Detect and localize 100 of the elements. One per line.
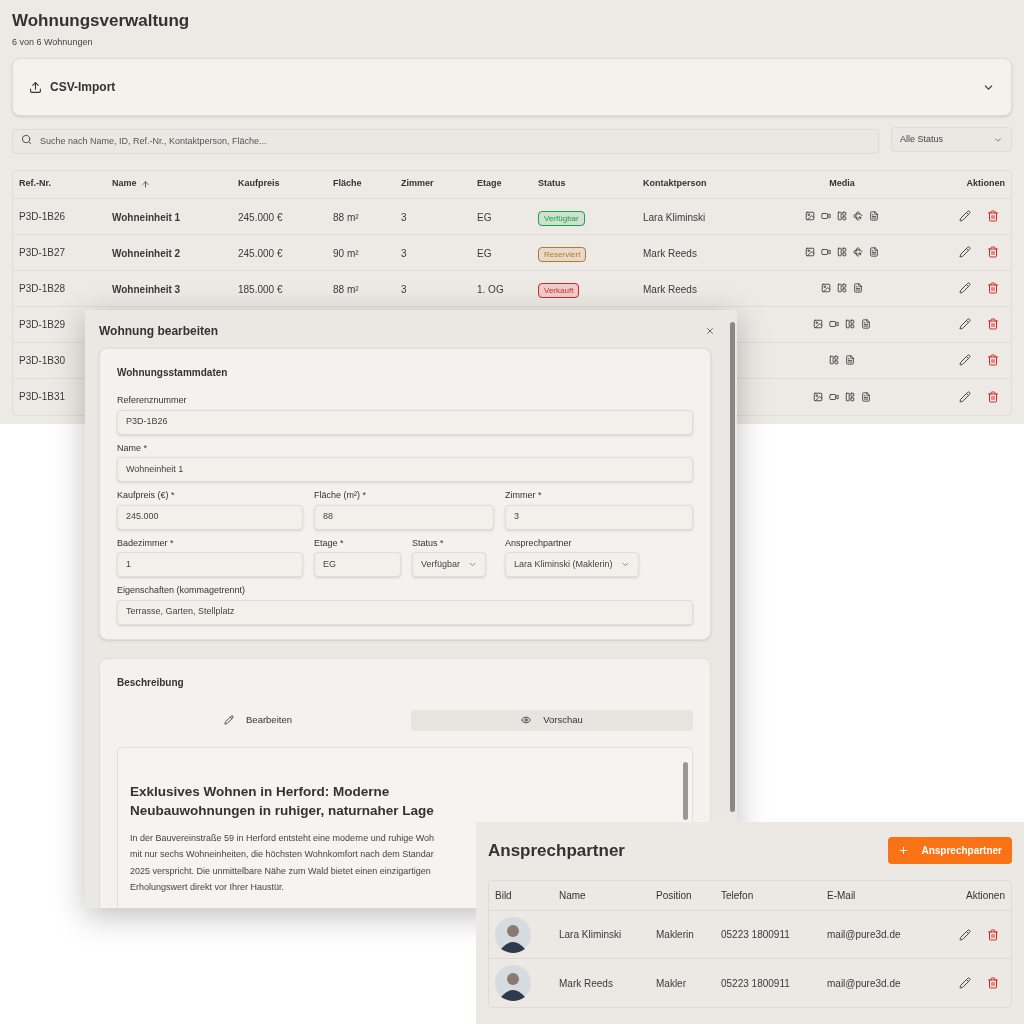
preview-text-line: In der Bauvereinstraße 59 in Herford entsteht eine moderne und ruhige Woh — [130, 831, 434, 845]
table-cell-text: mail@pure3d.de — [827, 928, 902, 942]
table-cell: Wohneinheit 1 — [112, 212, 181, 223]
delete-icon[interactable] — [987, 318, 999, 330]
input-field[interactable]: EG — [314, 552, 401, 577]
input-field[interactable]: 3 — [505, 504, 693, 530]
table-cell: 1. OG — [477, 284, 504, 295]
table-cell: 3 — [401, 248, 407, 259]
column-header: Aktionen — [965, 889, 1006, 903]
table-cell: 88 m² — [333, 212, 359, 223]
search-field[interactable]: Suche nach Name, ID, Ref.-Nr., Kontaktperson, Fläche... — [12, 128, 879, 154]
section-title: Beschreibung — [117, 675, 185, 690]
table-cell-text: Lara Kliminski — [559, 928, 623, 942]
column-header: Name — [559, 889, 587, 903]
column-header[interactable]: Zimmer — [401, 177, 434, 191]
delete-icon[interactable] — [987, 246, 999, 258]
table-cell-text: 05223 1800911 — [721, 976, 791, 991]
status-badge: Verkauft — [538, 283, 580, 298]
edit-icon[interactable] — [959, 354, 971, 366]
table-cell: Mark Reeds — [643, 284, 697, 295]
status-filter-dropdown[interactable]: Alle Status — [891, 127, 1012, 152]
edit-icon[interactable] — [959, 390, 971, 403]
table-cell-text: P3D-1B27 — [19, 245, 67, 260]
table-cell: 245.000 € — [238, 212, 283, 223]
input-field[interactable]: 88 — [314, 504, 494, 530]
field-label: Name * — [117, 441, 148, 455]
edit-icon[interactable] — [959, 977, 971, 989]
page-title: Wohnungsverwaltung — [12, 10, 191, 32]
dialog-title: Wohnung bearbeiten — [99, 323, 219, 340]
table-cell-text: P3D-1B26 — [19, 209, 67, 224]
table-cell-text: Makler — [656, 976, 687, 991]
edit-icon[interactable] — [959, 210, 971, 222]
input-field[interactable]: 1 — [117, 552, 303, 577]
csv-import-panel[interactable]: CSV-Import — [12, 58, 1012, 116]
column-header[interactable]: Kontaktperson — [643, 177, 707, 191]
table-cell: 185.000 € — [238, 284, 283, 295]
field-label: Kaufpreis (€) * — [117, 489, 176, 502]
table-cell: 90 m² — [333, 248, 359, 259]
column-header: Bild — [495, 889, 513, 903]
section-title: Wohnungsstammdaten — [117, 366, 229, 380]
column-header[interactable]: Name — [112, 177, 137, 191]
input-field[interactable]: P3D-1B26 — [117, 409, 693, 435]
column-header[interactable]: Fläche — [333, 177, 362, 191]
table-cell-text: Mark Reeds — [559, 976, 614, 991]
column-header[interactable]: Ref.-Nr. — [19, 177, 51, 191]
close-icon[interactable] — [705, 326, 715, 336]
preview-text-line: Erholungswert direkt vor Ihrer Haustür. — [130, 881, 285, 894]
table-cell: Wohneinheit 3 — [112, 284, 181, 295]
edit-icon[interactable] — [959, 318, 971, 330]
column-header: Telefon — [721, 889, 755, 903]
field-label: Fläche (m²) * — [314, 489, 367, 502]
table-cell-text: P3D-1B31 — [19, 390, 67, 404]
select-field[interactable]: Verfügbar — [412, 552, 487, 577]
plus-icon — [898, 845, 910, 856]
edit-icon[interactable] — [959, 282, 971, 294]
chevron-down-icon — [620, 560, 630, 569]
input-field[interactable]: 245.000 — [117, 504, 303, 530]
field-label: Referenznummer — [117, 394, 188, 407]
table-cell-text: 05223 1800911 — [721, 928, 791, 942]
field-label: Badezimmer * — [117, 536, 175, 550]
scrollbar[interactable] — [730, 322, 735, 812]
table-cell: Wohneinheit 2 — [112, 248, 181, 259]
edit-icon[interactable] — [959, 246, 971, 258]
delete-icon[interactable] — [987, 390, 999, 403]
tab[interactable]: Vorschau — [411, 709, 693, 731]
column-header: E-Mail — [827, 889, 857, 903]
field-label: Eigenschaften (kommagetrennt) — [117, 584, 247, 597]
table-cell: EG — [477, 212, 492, 223]
preview-heading: Exklusives Wohnen in Herford: Moderne Neubauwohnungen in ruhiger, naturnaher Lage — [130, 782, 435, 820]
delete-icon[interactable] — [987, 977, 999, 989]
tab[interactable]: Bearbeiten — [117, 709, 399, 731]
table-cell: 245.000 € — [238, 248, 283, 259]
column-header: Position — [656, 889, 693, 903]
table-cell: Mark Reeds — [643, 248, 697, 259]
column-header[interactable]: Kaufpreis — [238, 177, 280, 191]
status-badge: Reserviert — [538, 247, 587, 262]
table-cell: Lara Kliminski — [643, 212, 706, 223]
column-header[interactable]: Media — [829, 177, 855, 191]
table-cell-text: mail@pure3d.de — [827, 976, 902, 991]
page-subtitle: 6 von 6 Wohnungen — [12, 35, 94, 49]
sort-ascending-icon[interactable] — [140, 179, 150, 189]
table-cell-text: P3D-1B30 — [19, 353, 67, 368]
delete-icon[interactable] — [987, 210, 999, 222]
column-header[interactable]: Aktionen — [966, 177, 1005, 191]
preview-scrollbar[interactable] — [683, 761, 688, 820]
field-label: Status * — [412, 536, 445, 550]
input-field[interactable]: Wohneinheit 1 — [117, 457, 693, 482]
field-label: Etage * — [314, 536, 345, 550]
delete-icon[interactable] — [987, 282, 999, 294]
table-cell: 3 — [401, 212, 407, 223]
delete-icon[interactable] — [987, 354, 999, 366]
delete-icon[interactable] — [987, 928, 999, 941]
edit-icon[interactable] — [959, 928, 971, 941]
column-header[interactable]: Etage — [477, 177, 502, 191]
select-field[interactable]: Lara Kliminski (Maklerin) — [505, 552, 639, 577]
table-cell: 88 m² — [333, 284, 359, 295]
avatar — [495, 965, 531, 1001]
input-field[interactable]: Terrasse, Garten, Stellplatz — [117, 599, 693, 625]
column-header[interactable]: Status — [538, 177, 566, 191]
avatar — [495, 916, 531, 953]
